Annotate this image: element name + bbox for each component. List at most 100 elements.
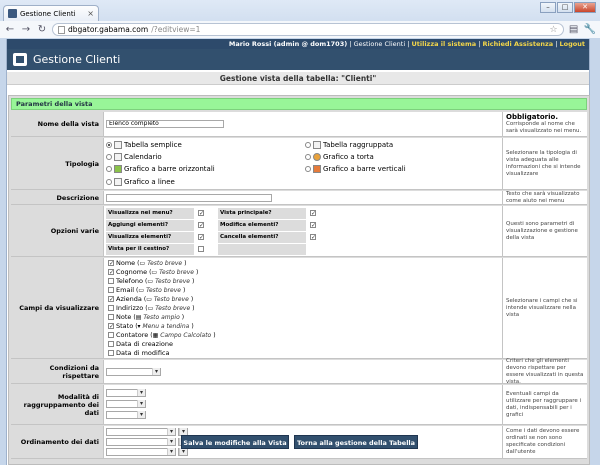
- page-menu-icon[interactable]: ▤: [568, 24, 580, 36]
- order-select-3[interactable]: [106, 448, 176, 456]
- forward-arrow-icon[interactable]: →: [20, 24, 32, 36]
- option-tabella-semplice[interactable]: Tabella semplice: [106, 141, 182, 149]
- label-raggruppamento: Modalità di raggruppamento dei dati: [11, 385, 103, 424]
- field-telefono[interactable]: Telefono (▭ Testo breve): [108, 277, 194, 285]
- checkbox-cestino[interactable]: [198, 246, 204, 252]
- text-field-icon: (▭: [145, 277, 154, 285]
- field-data-creazione[interactable]: Data di creazione: [108, 340, 173, 348]
- field-data-modifica[interactable]: Data di modifica: [108, 349, 169, 357]
- label-nome: Nome della vista: [11, 112, 103, 136]
- paren: ): [190, 295, 194, 303]
- back-arrow-icon[interactable]: ←: [4, 24, 16, 36]
- field-nome[interactable]: ✓ Nome (▭ Testo breve): [108, 259, 186, 267]
- fields-list: ✓ Nome (▭ Testo breve) ✓ Cognome (▭ Testo brev…: [103, 258, 503, 358]
- order-select-1[interactable]: [106, 428, 176, 436]
- opt-visualizza-menu: Visualizza nei menu?: [106, 208, 194, 219]
- help-nome: Corrisponde al nome che sarà visualizzat…: [506, 120, 582, 134]
- field-checkbox[interactable]: [108, 287, 114, 293]
- paren: ): [213, 331, 216, 339]
- separator: |: [478, 40, 481, 48]
- field-note[interactable]: Note (▤ Testo ampio): [108, 313, 184, 321]
- field-cognome[interactable]: ✓ Cognome (▭ Testo breve): [108, 268, 198, 276]
- checkbox-cancella[interactable]: ✓: [310, 234, 316, 241]
- option-barre-orizzontali[interactable]: Grafico a barre orizzontali: [106, 165, 215, 173]
- radio[interactable]: [305, 154, 311, 160]
- option-grafico-linee[interactable]: Grafico a linee: [106, 178, 175, 186]
- use-system-link[interactable]: Utilizza il sistema: [411, 40, 476, 48]
- field-name: Contatore: [116, 331, 149, 339]
- radio[interactable]: [305, 166, 311, 172]
- option-label: Grafico a linee: [124, 178, 175, 186]
- checkbox-visualizza-menu[interactable]: ✓: [198, 210, 204, 217]
- group-select-1[interactable]: [106, 389, 146, 397]
- app-name: Gestione Clienti: [353, 40, 406, 48]
- field-name: Stato: [116, 322, 134, 330]
- maximize-button[interactable]: □: [557, 2, 573, 13]
- field-contatore[interactable]: Contatore (▦ Campo Calcolato): [108, 331, 216, 339]
- field-name: Cognome: [116, 268, 148, 276]
- field-checkbox[interactable]: [108, 314, 114, 320]
- field-checkbox[interactable]: [108, 332, 114, 338]
- checkbox-aggiungi[interactable]: ✓: [198, 222, 204, 229]
- support-link[interactable]: Richiedi Assistenza: [483, 40, 554, 48]
- window-controls: – □ ✕: [540, 2, 596, 13]
- checkbox-vista-principale[interactable]: ✓: [310, 210, 316, 217]
- checkbox-visualizza-elementi[interactable]: ✓: [198, 234, 204, 241]
- wrench-icon[interactable]: 🔧: [584, 24, 596, 35]
- radio[interactable]: [305, 142, 311, 148]
- field-checkbox[interactable]: [108, 305, 114, 311]
- address-bar[interactable]: dbgator.gabama.com/?editview=1 ☆: [52, 23, 564, 36]
- back-to-table-button[interactable]: Torna alla gestione della Tabella: [294, 435, 418, 449]
- field-checkbox[interactable]: [108, 350, 114, 356]
- radio[interactable]: [106, 154, 112, 160]
- checkbox-modifica[interactable]: ✓: [310, 222, 316, 229]
- option-calendario[interactable]: Calendario: [106, 153, 162, 161]
- close-window-button[interactable]: ✕: [574, 2, 596, 13]
- row-nome: Nome della vista Elenco completo Obbliga…: [11, 112, 587, 137]
- field-stato[interactable]: ✓ Stato (▾ Menu a tendina): [108, 322, 194, 330]
- field-indirizzo[interactable]: Indirizzo (▭ Testo breve): [108, 304, 195, 312]
- field-checkbox[interactable]: [108, 341, 114, 347]
- separator: |: [407, 40, 410, 48]
- close-tab-icon[interactable]: ×: [87, 9, 94, 18]
- text-field-icon: (▭: [143, 295, 152, 303]
- field-checkbox[interactable]: ✓: [108, 260, 114, 267]
- option-grafico-torta[interactable]: Grafico a torta: [305, 153, 374, 161]
- option-label: Grafico a barre verticali: [323, 165, 406, 173]
- paren: ): [181, 313, 185, 321]
- url-host: dbgator.gabama.com: [68, 25, 149, 34]
- radio-selected[interactable]: [106, 142, 112, 148]
- field-name: Data di modifica: [116, 349, 170, 357]
- option-label: Tabella semplice: [124, 141, 182, 149]
- radio[interactable]: [106, 179, 112, 185]
- conditions-select[interactable]: [106, 368, 161, 376]
- reload-icon[interactable]: ↻: [36, 24, 48, 36]
- separator: |: [349, 40, 352, 48]
- user-bar: Mario Rossi (admin @ dom1703) | Gestione…: [7, 39, 589, 49]
- view-name-input[interactable]: Elenco completo: [106, 120, 224, 128]
- field-type: Testo breve: [155, 277, 190, 285]
- logout-link[interactable]: Logout: [560, 40, 585, 48]
- group-select-3[interactable]: [106, 411, 146, 419]
- bookmark-star-icon[interactable]: ☆: [549, 25, 557, 35]
- browser-tab[interactable]: Gestione Clienti ×: [3, 5, 99, 21]
- field-email[interactable]: Email (▭ Testo breve): [108, 286, 185, 294]
- field-checkbox[interactable]: ✓: [108, 296, 114, 303]
- minimize-button[interactable]: –: [540, 2, 556, 13]
- radio[interactable]: [106, 166, 112, 172]
- paren: ): [184, 259, 187, 267]
- group-select-2[interactable]: [106, 400, 146, 408]
- field-type: Campo Calcolato: [160, 331, 212, 339]
- field-checkbox[interactable]: ✓: [108, 269, 114, 276]
- help-descrizione: Testo che sarà visualizzato come aiuto n…: [506, 190, 580, 204]
- field-checkbox[interactable]: ✓: [108, 323, 114, 330]
- option-tabella-raggruppata[interactable]: Tabella raggruppata: [305, 141, 393, 149]
- field-azienda[interactable]: ✓ Azienda (▭ Testo breve): [108, 295, 193, 303]
- field-checkbox[interactable]: [108, 278, 114, 284]
- option-barre-verticali[interactable]: Grafico a barre verticali: [305, 165, 406, 173]
- save-view-button[interactable]: Salva le modifiche alla Vista: [181, 435, 289, 449]
- order-select-2[interactable]: [106, 438, 176, 446]
- dropdown-icon: (▾: [135, 322, 141, 330]
- navigation-bar: ← → ↻ dbgator.gabama.com/?editview=1 ☆ ▤…: [0, 21, 600, 38]
- description-input[interactable]: [106, 194, 272, 202]
